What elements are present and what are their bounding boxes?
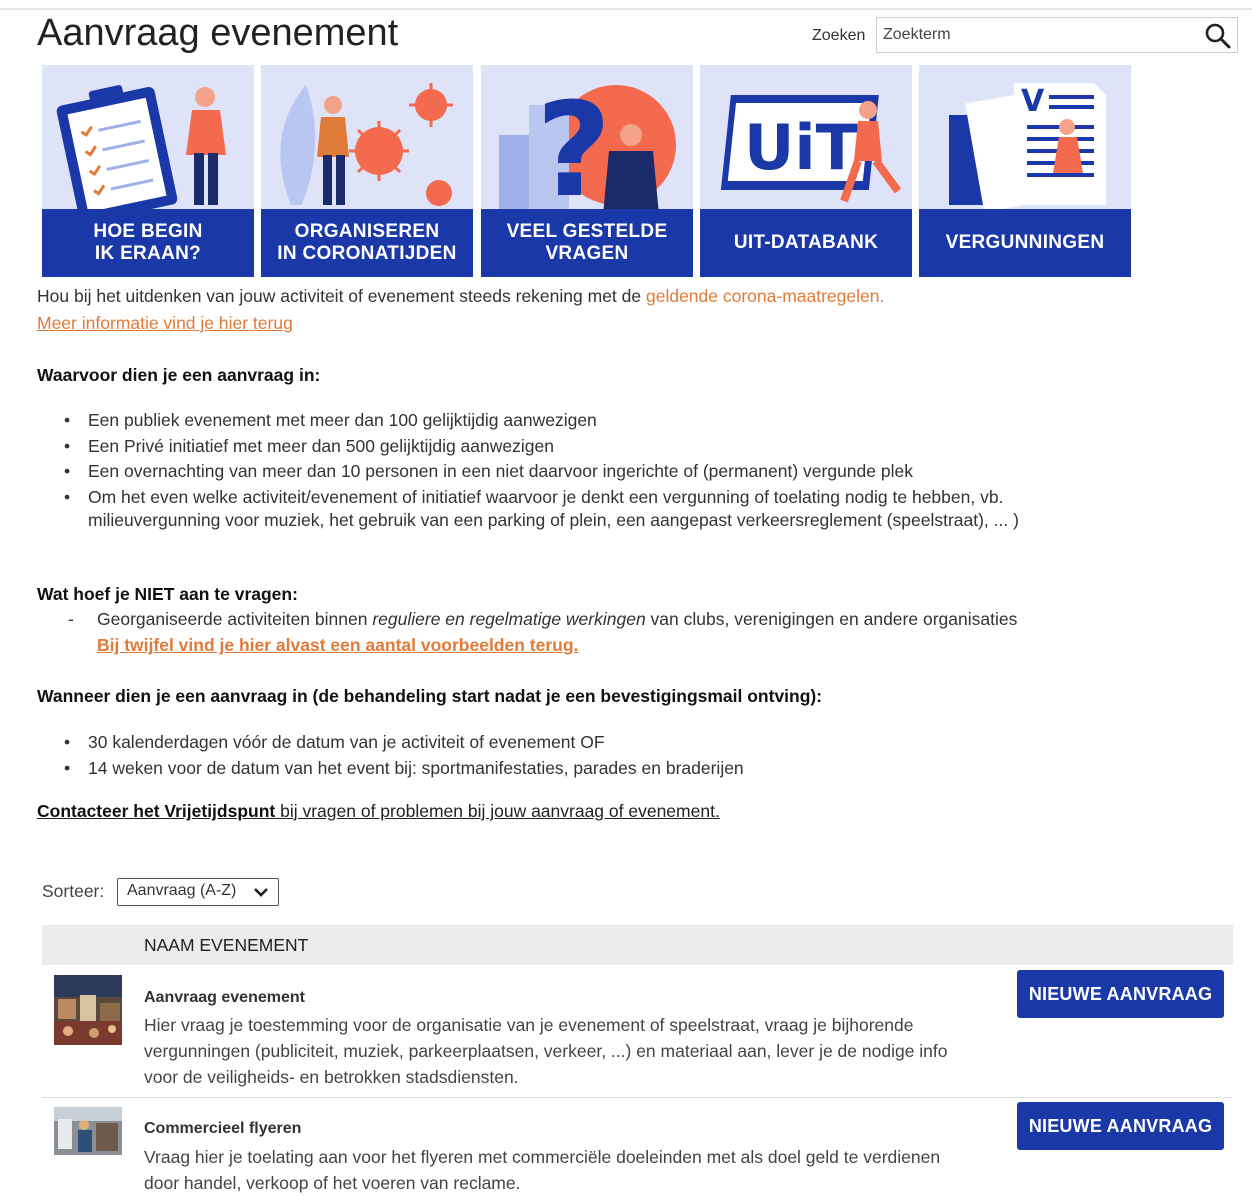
not-needed-text-post: van clubs, verenigingen en andere organi… [645, 609, 1018, 629]
tile-label-band: VERGUNNINGEN [919, 209, 1131, 277]
new-request-button[interactable]: NIEUWE AANVRAAG [1017, 970, 1224, 1018]
timing-list: 30 kalenderdagen vóór de datum van je ac… [56, 730, 744, 781]
top-border [0, 8, 1252, 10]
more-info-link[interactable]: Meer informatie vind je hier terug [37, 313, 293, 334]
sort-label: Sorteer: [42, 881, 105, 901]
not-needed-text: Georganiseerde activiteiten binnen regul… [97, 609, 1017, 630]
svg-text:?: ? [536, 74, 611, 215]
uit-logo-illustration: UiT [720, 95, 902, 203]
page-title: Aanvraag evenement [37, 12, 399, 54]
search-icon[interactable] [1203, 21, 1233, 49]
corona-measures-link[interactable]: geldende corona-maatregelen [646, 286, 880, 306]
tile-label-band: ORGANISEREN IN CORONATIJDEN [261, 209, 473, 277]
intro-text: Hou bij het uitdenken van jouw activitei… [37, 286, 884, 307]
chevron-down-icon [254, 888, 268, 897]
when-apply-heading: Waarvoor dien je een aanvraag in: [37, 365, 321, 385]
row-description-line: voor de veiligheids- en betrokken stadsd… [144, 1067, 519, 1087]
list-item: Een Privé initiatief met meer dan 500 ge… [56, 434, 1003, 460]
row-title: Commercieel flyeren [144, 1120, 302, 1137]
virus-illustration [280, 83, 453, 206]
table-header: NAAM EVENEMENT [42, 925, 1233, 965]
list-item: 30 kalenderdagen vóór de datum van je ac… [56, 730, 744, 756]
tile-veel-gestelde-vragen[interactable]: ? VEEL GESTELDE VRAGEN [481, 65, 693, 277]
row-description-line: door handel, verkoop of het voeren van r… [144, 1173, 521, 1193]
row-description: Hier vraag je toestemming voor de organi… [144, 1012, 1004, 1090]
event-thumbnail [54, 975, 122, 1045]
intro-body: Hou bij het uitdenken van jouw activitei… [37, 286, 646, 306]
tile-label: UIT-DATABANK [733, 232, 879, 253]
tile-label: VEEL GESTELDE VRAGEN [506, 221, 668, 264]
tile-label-band: UIT-DATABANK [700, 209, 912, 277]
tile-hoe-begin[interactable]: HOE BEGIN IK ERAAN? [42, 65, 254, 277]
tile-organiseren[interactable]: ORGANISEREN IN CORONATIJDEN [261, 65, 473, 277]
tile-vergunningen[interactable]: V VERGUNNINGEN [919, 65, 1131, 277]
tile-label-band: HOE BEGIN IK ERAAN? [42, 209, 254, 277]
tile-label: HOE BEGIN IK ERAAN? [93, 221, 203, 264]
when-apply-list: Een publiek evenement met meer dan 100 g… [56, 408, 1003, 510]
contact-link-bold[interactable]: Contacteer het Vrijetijdspunt [37, 801, 275, 821]
documents-illustration: V [949, 83, 1106, 212]
question-mark-illustration: ? [499, 74, 676, 215]
not-needed-text-pre: Georganiseerde activiteiten binnen [97, 609, 373, 629]
event-thumbnail [54, 1107, 122, 1155]
row-title: Aanvraag evenement [144, 989, 305, 1006]
contact-link-rest[interactable]: bij vragen of problemen bij jouw aanvraa… [275, 801, 720, 821]
uit-logo-text: UiT [744, 111, 858, 184]
table-row: Aanvraag evenement Hier vraag je toestem… [42, 965, 1233, 1097]
tile-label: ORGANISEREN IN CORONATIJDEN [277, 221, 457, 264]
list-item-continuation: milieuvergunning voor muziek, het gebrui… [88, 510, 1019, 530]
list-item: 14 weken voor de datum van het event bij… [56, 756, 744, 782]
tile-label: VERGUNNINGEN [945, 232, 1105, 253]
row-description-line: vergunningen (publiciteit, muziek, parke… [144, 1041, 948, 1061]
row-description-line: Vraag hier je toelating aan voor het fly… [144, 1147, 941, 1167]
search-label: Zoeken [812, 27, 866, 44]
search-box [876, 17, 1238, 53]
examples-link[interactable]: Bij twijfel vind je hier alvast een aant… [97, 635, 578, 656]
sort-selected-value: Aanvraag (A-Z) [127, 882, 237, 899]
table-row: Commercieel flyeren Vraag hier je toelat… [42, 1098, 1233, 1196]
column-header-name: NAAM EVENEMENT [144, 935, 309, 955]
new-request-button[interactable]: NIEUWE AANVRAAG [1017, 1102, 1224, 1150]
contact-link[interactable]: Contacteer het Vrijetijdspunt bij vragen… [37, 801, 720, 822]
list-item: Om het even welke activiteit/evenement o… [56, 485, 1003, 511]
clipboard-illustration [56, 85, 226, 215]
tile-uit-databank[interactable]: UiT UIT-DATABANK [700, 65, 912, 277]
not-needed-heading: Wat hoef je NIET aan te vragen: [37, 584, 298, 604]
sort-select[interactable]: Aanvraag (A-Z) [117, 878, 279, 906]
timing-heading: Wanneer dien je een aanvraag in (de beha… [37, 686, 823, 706]
search-input[interactable] [877, 18, 1203, 52]
list-item: Een overnachting van meer dan 10 persone… [56, 459, 1003, 485]
row-description: Vraag hier je toelating aan voor het fly… [144, 1144, 1004, 1196]
dash-marker: - [68, 609, 74, 629]
not-needed-text-italic: reguliere en regelmatige werkingen [372, 609, 646, 629]
list-item: Een publiek evenement met meer dan 100 g… [56, 408, 1003, 434]
row-description-line: Hier vraag je toestemming voor de organi… [144, 1015, 914, 1035]
tile-label-band: VEEL GESTELDE VRAGEN [481, 209, 693, 277]
intro-period: . [879, 286, 885, 306]
svg-text:V: V [1021, 84, 1045, 119]
